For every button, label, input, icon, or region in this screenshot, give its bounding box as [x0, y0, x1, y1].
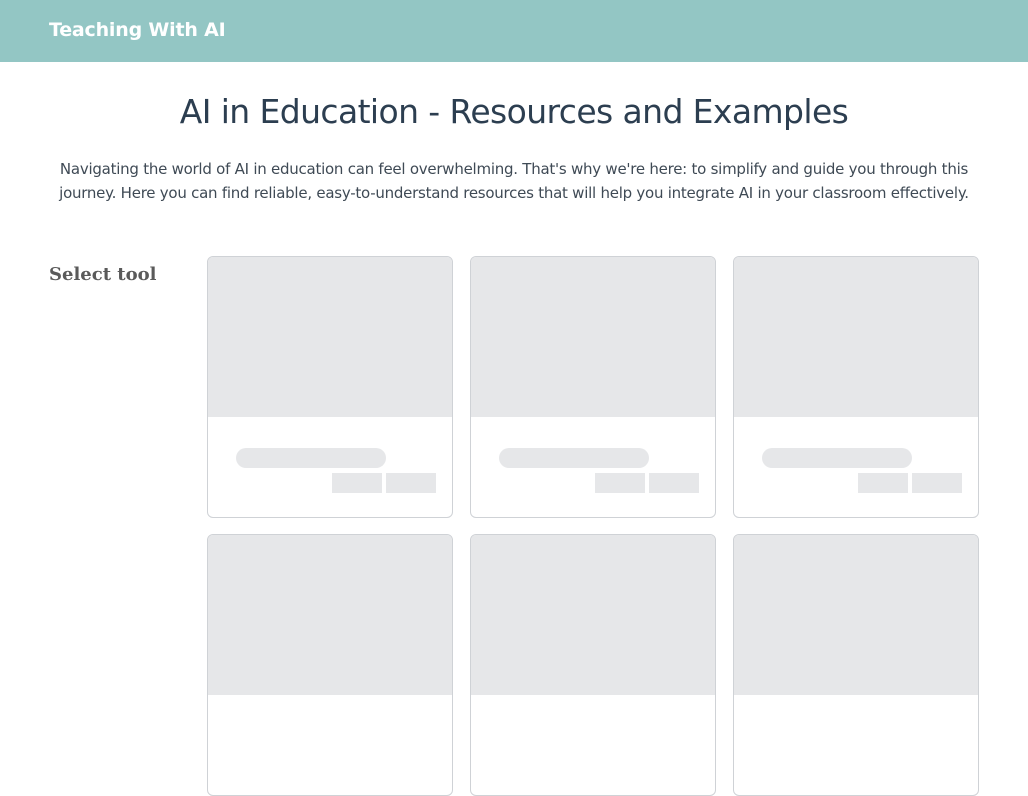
card-thumbnail-placeholder	[734, 535, 978, 695]
card-thumbnail-placeholder	[208, 535, 452, 695]
card-title-placeholder	[499, 448, 649, 468]
card-title-placeholder	[236, 448, 386, 468]
card-thumbnail-placeholder	[208, 257, 452, 417]
card-thumbnail-placeholder	[471, 257, 715, 417]
card-tag-placeholder	[386, 473, 436, 493]
card-tag-placeholder	[649, 473, 699, 493]
card-thumbnail-placeholder	[734, 257, 978, 417]
resource-card-skeleton[interactable]	[207, 534, 453, 796]
resource-card-grid	[207, 256, 979, 796]
resource-card-skeleton[interactable]	[207, 256, 453, 518]
card-tag-placeholder	[332, 473, 382, 493]
site-logo-link[interactable]: Teaching With AI	[49, 19, 226, 41]
card-tag-placeholder	[595, 473, 645, 493]
card-tag-placeholder	[858, 473, 908, 493]
resource-card-skeleton[interactable]	[733, 534, 979, 796]
card-title-placeholder	[762, 448, 912, 468]
resource-card-skeleton[interactable]	[733, 256, 979, 518]
card-thumbnail-placeholder	[471, 535, 715, 695]
select-tool-filter-label: Select tool	[49, 264, 157, 285]
page-title: AI in Education - Resources and Examples	[179, 92, 849, 131]
resource-card-skeleton[interactable]	[470, 256, 716, 518]
intro-paragraph: Navigating the world of AI in education …	[59, 160, 969, 202]
card-tag-placeholder	[912, 473, 962, 493]
top-navbar: Teaching With AI	[0, 0, 1028, 62]
resource-card-skeleton[interactable]	[470, 534, 716, 796]
